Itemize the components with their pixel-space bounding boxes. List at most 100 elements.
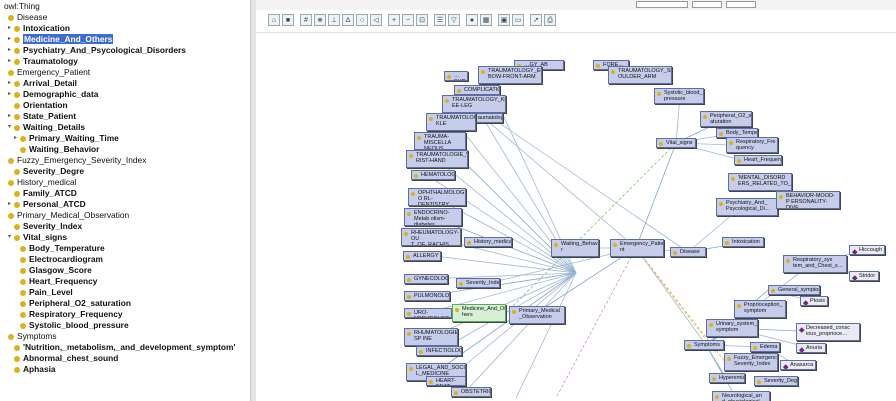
- tree-item[interactable]: Severity_Index: [14, 221, 82, 232]
- tree-item[interactable]: Emergency_Patient: [8, 67, 90, 78]
- layout-force-icon[interactable]: ◁: [370, 14, 382, 26]
- graph-node[interactable]: Proprioception_ symptom: [734, 300, 786, 318]
- graph-node[interactable]: Systolic_blood_ pressure: [654, 88, 704, 104]
- ontology-graph-view[interactable]: ⌂ ■ # ⋇ ⊥ ∆ ○ ◁ + − ⊡ ☰ ▽ ● ▦ ▣ ▭ ↗ ⎙ …G…: [256, 0, 896, 401]
- tree-item[interactable]: Aphasia: [14, 364, 56, 375]
- graph-node[interactable]: HEMATOLOGY: [411, 170, 455, 180]
- class-hierarchy-tree[interactable]: owl:Thing Disease ▸ Intoxication ▸ Medicine_A…: [0, 0, 250, 401]
- tree-item[interactable]: 'Nutrition,_metabolism,_and_development_…: [14, 342, 235, 353]
- graph-node[interactable]: Urinary_system_ symptom: [706, 319, 758, 337]
- filter-icon[interactable]: ▽: [448, 14, 460, 26]
- graph-node[interactable]: Anuria: [796, 343, 826, 353]
- graph-node[interactable]: RHEUMATOLOGY-OU T_OF_RACHIS: [401, 228, 461, 246]
- layout-spring-icon[interactable]: ∆: [342, 14, 354, 26]
- tree-item[interactable]: State_Patient: [14, 111, 76, 122]
- layout-circle-icon[interactable]: ○: [356, 14, 368, 26]
- tree-item[interactable]: owl:Thing: [4, 1, 40, 12]
- folder-icon[interactable]: ▭: [512, 14, 524, 26]
- table-icon[interactable]: ▦: [480, 14, 492, 26]
- search-field-3[interactable]: [726, 1, 756, 8]
- graph-node[interactable]: OPHTHALMOLOGY-O RL-DENTISTRY: [408, 188, 466, 206]
- export-icon[interactable]: ↗: [530, 14, 542, 26]
- graph-node[interactable]: Anasarca: [780, 360, 816, 370]
- tree-item[interactable]: Pain_Level: [20, 287, 73, 298]
- tree-item[interactable]: Orientation: [14, 100, 68, 111]
- graph-node[interactable]: OBSTETRICS: [451, 387, 491, 397]
- graph-node[interactable]: ENDOCRINO-Metab olism-diabetes…: [404, 208, 462, 226]
- graph-node[interactable]: Intoxication: [722, 237, 764, 247]
- graph-node[interactable]: TRAUMATOLOGY_EL BOW-FRONT-ARM: [478, 66, 542, 84]
- graph-node[interactable]: Respiratory_Fre quency: [726, 137, 778, 153]
- grid-layout-icon[interactable]: #: [300, 14, 312, 26]
- print-icon[interactable]: ⎙: [544, 14, 556, 26]
- tree-item[interactable]: Primary_Waiting_Time: [20, 133, 119, 144]
- layout-tree-icon[interactable]: ⊥: [328, 14, 340, 26]
- graph-node[interactable]: HEART-BEAT: [426, 376, 466, 386]
- graph-node[interactable]: Symptoms: [684, 340, 724, 350]
- node-icon[interactable]: ●: [466, 14, 478, 26]
- tree-item[interactable]: Symptoms: [8, 331, 57, 342]
- tree-item[interactable]: Waiting_Behavior: [20, 144, 99, 155]
- graph-node[interactable]: Respiratory_sys tem_and_Chest_s…: [783, 255, 847, 273]
- graph-node[interactable]: Psychiatry_And_ Psycological_Di…: [716, 198, 778, 216]
- graph-node[interactable]: TRAUMA-MISCELLA NEOUS: [414, 132, 466, 150]
- graph-node[interactable]: BEHAVIOR-MOOD-P ERSONALITY-DIVE…: [776, 191, 840, 209]
- graph-node[interactable]: Decreased_consc ious_proprioce…: [796, 323, 860, 341]
- graph-node[interactable]: GYNECOLOGY: [404, 274, 448, 284]
- zoom-in-icon[interactable]: +: [388, 14, 400, 26]
- search-field-2[interactable]: [692, 1, 722, 8]
- zoom-fit-icon[interactable]: ⊡: [416, 14, 428, 26]
- tree-expander-icon[interactable]: ▸: [8, 34, 11, 45]
- stop-icon[interactable]: ■: [282, 14, 294, 26]
- home-icon[interactable]: ⌂: [268, 14, 280, 26]
- tree-item[interactable]: Arrival_Detail: [14, 78, 77, 89]
- hierarchy-icon[interactable]: ☰: [434, 14, 446, 26]
- tree-item[interactable]: Demographic_data: [14, 89, 98, 100]
- tree-item[interactable]: Body_Temperature: [20, 243, 105, 254]
- tree-expander-icon[interactable]: ▸: [8, 56, 11, 67]
- graph-node[interactable]: TRAUMATOLOGY_SH OULDER_ARM: [608, 66, 672, 84]
- tree-item[interactable]: Traumatology: [14, 56, 78, 67]
- graph-node[interactable]: 'MENTAL_DISORD ERS_RELATED_TO_…: [728, 173, 792, 191]
- graph-node[interactable]: Vital_signs: [656, 138, 696, 148]
- graph-node[interactable]: Disease: [670, 247, 706, 257]
- tree-item[interactable]: Fuzzy_Emergency_Severity_Index: [8, 155, 146, 166]
- graph-node[interactable]: TRAUMATOLOGY_AN KLE: [426, 113, 476, 131]
- graph-node[interactable]: TRAUMATOLOGY_KN EE-LEG: [442, 95, 506, 113]
- graph-node[interactable]: Emergency_Patie nt: [610, 239, 664, 257]
- tree-expander-icon[interactable]: ▾: [8, 122, 11, 133]
- tree-expander-icon[interactable]: ▸: [8, 111, 11, 122]
- tree-item[interactable]: Peripheral_O2_saturation: [20, 298, 131, 309]
- tree-item[interactable]: History_medical: [8, 177, 77, 188]
- tree-expander-icon[interactable]: ▸: [8, 23, 11, 34]
- tree-item[interactable]: Heart_Frequency: [20, 276, 97, 287]
- graph-node[interactable]: Heart_Frequency: [734, 155, 782, 165]
- graph-node[interactable]: Primary_Medical _Observation: [509, 306, 565, 324]
- tree-item[interactable]: Psychiatry_And_Psycological_Disorders: [14, 45, 186, 56]
- tree-item[interactable]: Electrocardiogram: [20, 254, 103, 265]
- tree-item[interactable]: Disease: [8, 12, 47, 23]
- graph-node[interactable]: Medicine_And_Ot hers: [452, 304, 506, 322]
- tree-item[interactable]: Glasgow_Score: [20, 265, 92, 276]
- tree-item[interactable]: Primary_Medical_Observation: [8, 210, 129, 221]
- graph-node[interactable]: Severity_Degre: [754, 376, 798, 386]
- graph-node[interactable]: Fuzzy_Emergency Severity_Index: [724, 353, 778, 371]
- graph-node[interactable]: PULMONOLOGY: [404, 291, 450, 301]
- graph-node[interactable]: URO-NEPHROLOG…: [404, 308, 452, 318]
- graph-node[interactable]: …BUR: [444, 71, 468, 81]
- graph-node[interactable]: General_symptom: [768, 285, 820, 295]
- graph-node[interactable]: Ptosis: [800, 296, 828, 306]
- zoom-out-icon[interactable]: −: [402, 14, 414, 26]
- tree-expander-icon[interactable]: ▸: [8, 89, 11, 100]
- graph-canvas[interactable]: …GY_ABFORE……BURTRAUMATOLOGY_EL BOW-FRONT…: [256, 33, 896, 401]
- tree-expander-icon[interactable]: ▸: [14, 133, 17, 144]
- tree-item[interactable]: Family_ATCD: [14, 188, 77, 199]
- tree-item[interactable]: Medicine_And_Others: [14, 34, 114, 45]
- graph-node[interactable]: Waiting_Behavio r: [551, 239, 599, 257]
- graph-node[interactable]: Severity_Index: [456, 278, 500, 288]
- layout-radial-icon[interactable]: ⋇: [314, 14, 326, 26]
- graph-node[interactable]: Neurological_an d_physiological…: [712, 391, 770, 401]
- tree-item[interactable]: Severity_Degre: [14, 166, 84, 177]
- tree-item[interactable]: Abnormal_chest_sound: [14, 353, 118, 364]
- graph-node[interactable]: RHUMATOLOGIE-SP INE: [404, 328, 458, 346]
